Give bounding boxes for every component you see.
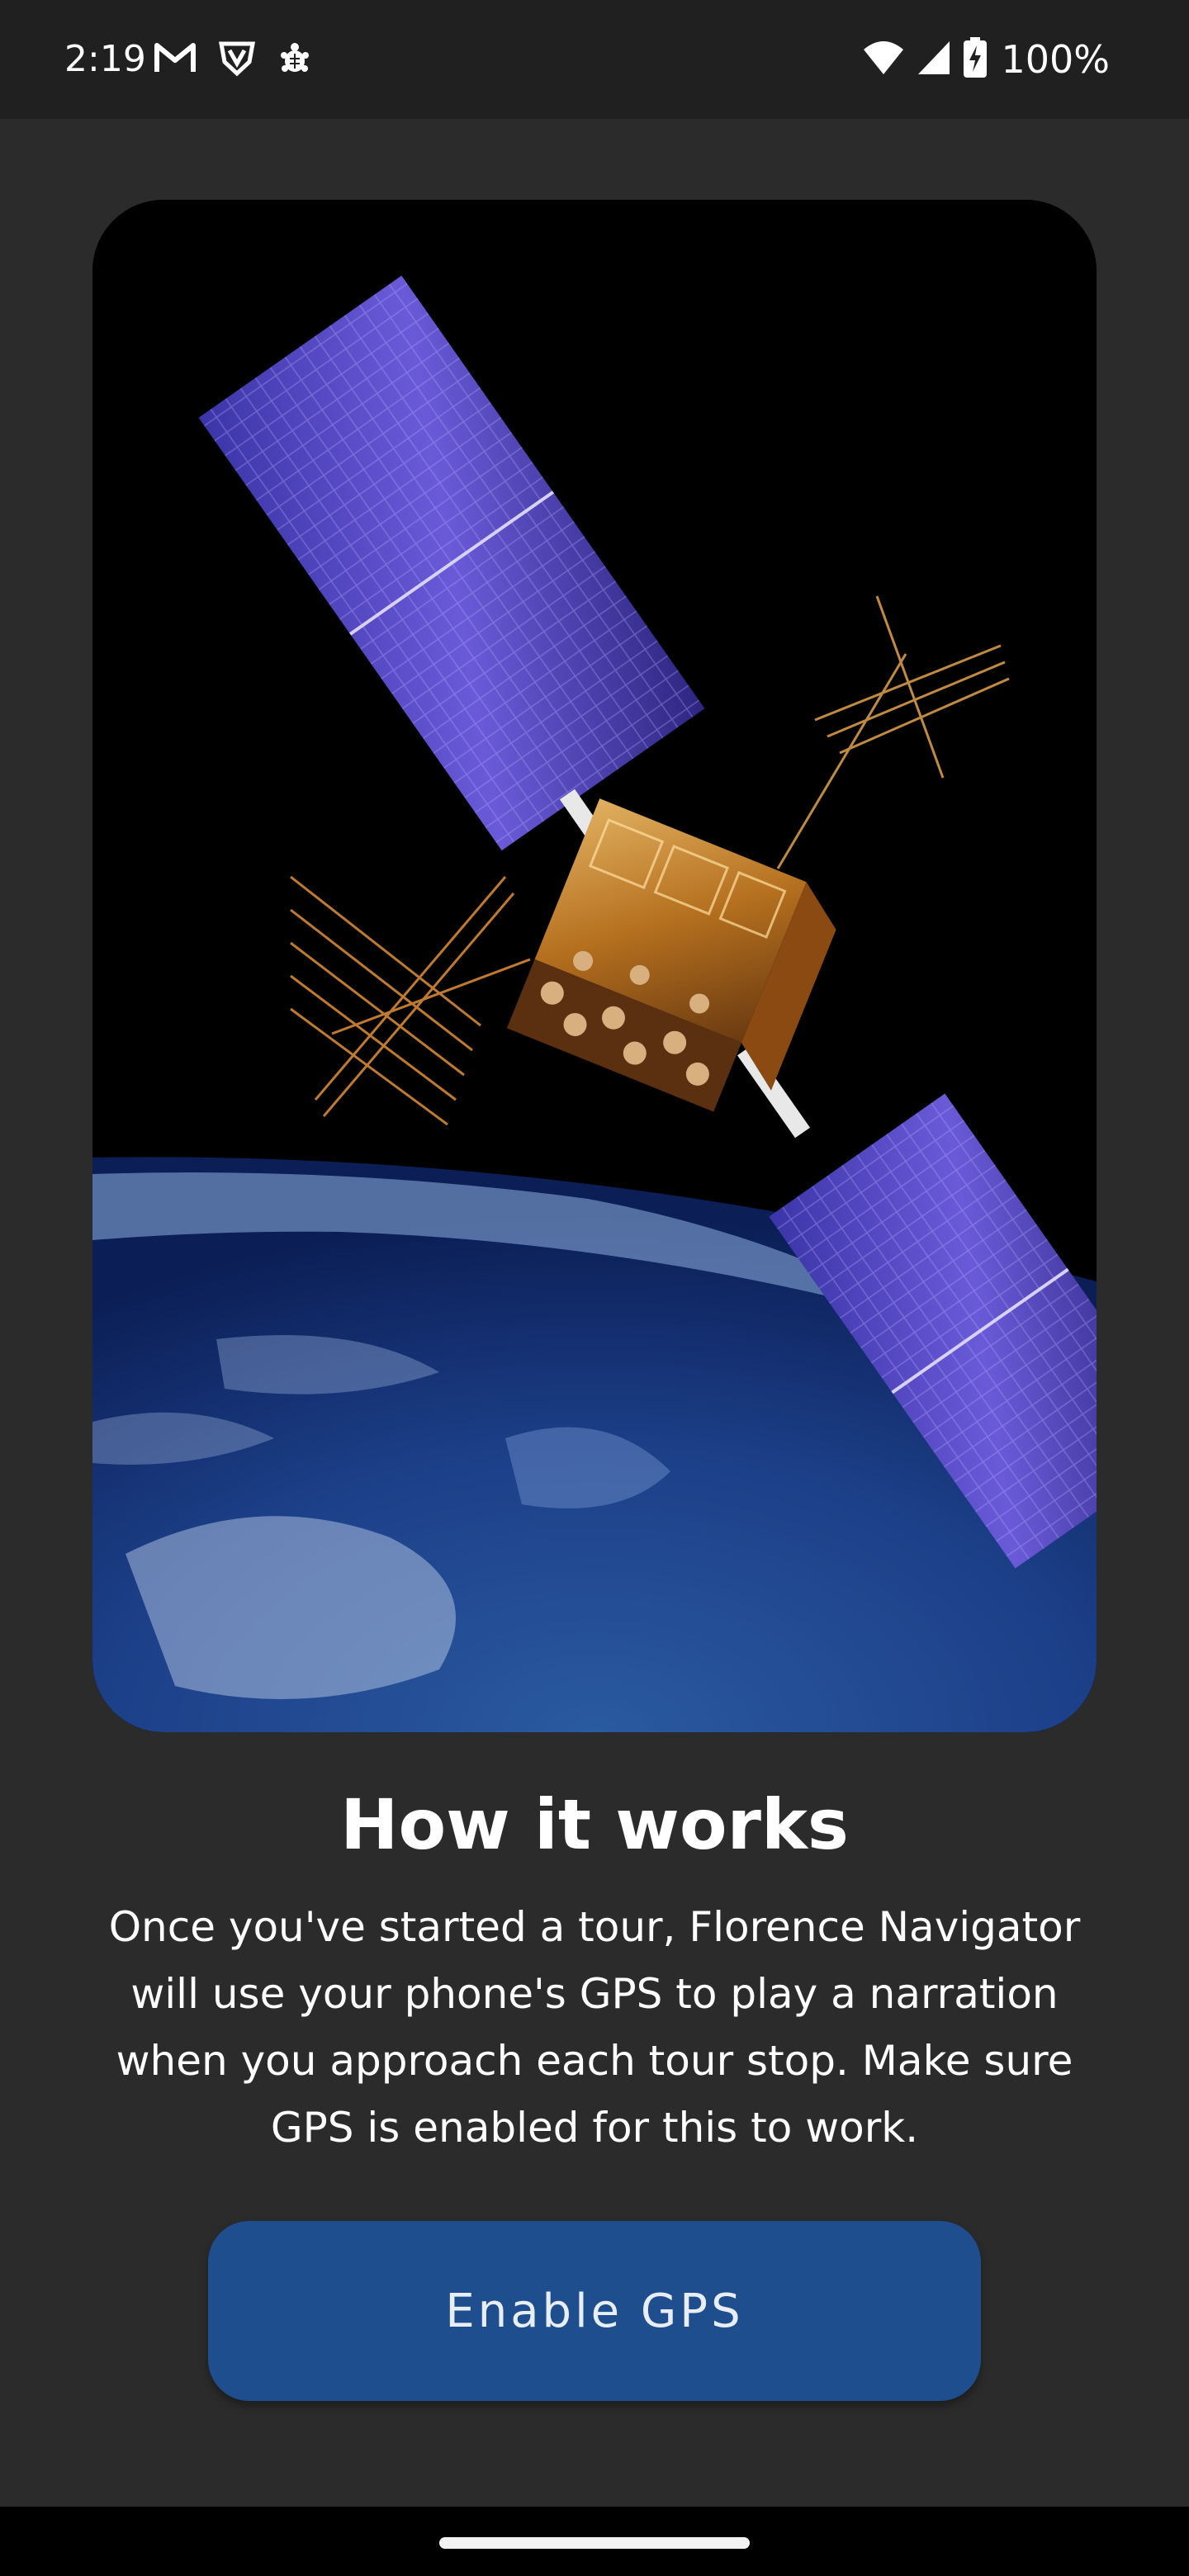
status-bar: 2:19 100% [0, 0, 1189, 119]
home-gesture-handle[interactable] [439, 2537, 750, 2549]
cellular-signal-icon [917, 40, 951, 79]
battery-percent: 100% [1001, 37, 1110, 82]
system-status-icons: 100% [862, 33, 1110, 86]
gps-onboarding-screen: 2:19 100% How it works Once you've start… [0, 0, 1189, 2576]
vpn-shield-icon [218, 39, 256, 80]
description-text: Once you've started a tour, Florence Nav… [108, 1903, 1081, 2152]
turtle-icon [277, 40, 312, 78]
satellite-hero-image [92, 200, 1097, 1732]
gmail-icon [154, 40, 197, 78]
notification-icons [154, 40, 312, 79]
status-time: 2:19 [64, 38, 146, 80]
page-title: How it works [340, 1784, 849, 1865]
battery-charging-icon [963, 37, 988, 82]
wifi-icon [862, 40, 905, 79]
enable-gps-button[interactable]: Enable GPS [208, 2221, 981, 2401]
